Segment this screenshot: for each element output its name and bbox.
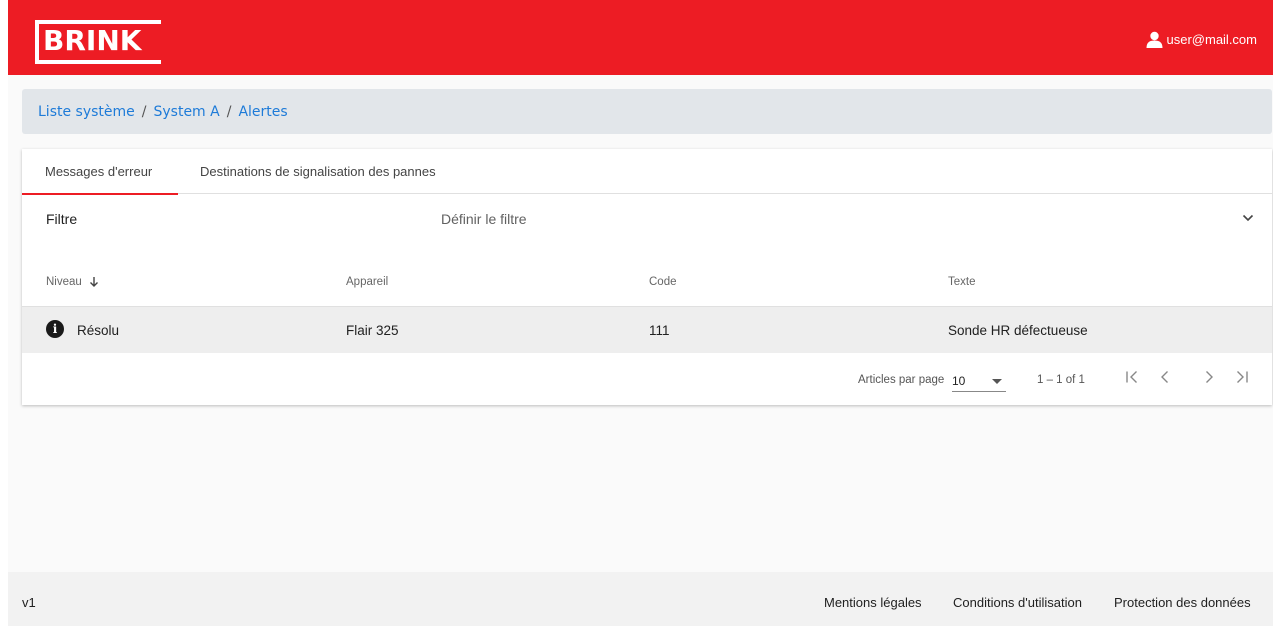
alerts-card: Messages d'erreur Destinations de signal… [22, 149, 1272, 405]
column-header-code[interactable]: Code [649, 276, 677, 288]
page-range: 1 – 1 of 1 [1037, 374, 1085, 386]
brink-logo[interactable]: BRINK [35, 20, 161, 64]
filter-value: Définir le filtre [441, 211, 527, 227]
sort-arrow-down-icon [89, 277, 98, 287]
last-page-icon[interactable] [1235, 370, 1249, 384]
info-icon: i [46, 320, 64, 338]
chevron-down-icon[interactable] [1242, 214, 1254, 222]
filter-expansion-panel[interactable]: Filtre Définir le filtre [22, 194, 1272, 243]
table-row[interactable]: i Résolu Flair 325 111 Sonde HR défectue… [22, 307, 1272, 353]
next-page-icon[interactable] [1202, 370, 1216, 384]
previous-page-icon[interactable] [1158, 370, 1172, 384]
footer-link-mentions-legales[interactable]: Mentions légales [824, 595, 922, 610]
user-menu[interactable]: user@mail.com [1146, 26, 1258, 52]
breadcrumb-system-a[interactable]: System A [153, 104, 219, 120]
user-icon [1146, 31, 1162, 48]
column-header-label: Niveau [46, 276, 82, 288]
page-size-value: 10 [952, 374, 966, 388]
column-header-niveau[interactable]: Niveau [46, 276, 99, 288]
column-header-texte[interactable]: Texte [948, 276, 976, 288]
tab-messages-erreur[interactable]: Messages d'erreur [22, 149, 178, 195]
breadcrumb-liste-systeme[interactable]: Liste système [38, 104, 135, 120]
cell-texte: Sonde HR défectueuse [948, 323, 1088, 338]
top-app-bar: BRINK user@mail.com [8, 0, 1273, 75]
cell-niveau: Résolu [77, 323, 120, 338]
footer-link-conditions-utilisation[interactable]: Conditions d'utilisation [953, 595, 1082, 610]
table-header: Niveau Appareil Code Texte [22, 259, 1272, 307]
dropdown-arrow-icon [992, 379, 1002, 384]
cell-appareil: Flair 325 [346, 323, 399, 338]
page-size-select[interactable]: 10 [952, 368, 1006, 392]
tab-bar: Messages d'erreur Destinations de signal… [22, 149, 1272, 195]
column-header-appareil[interactable]: Appareil [346, 276, 388, 288]
breadcrumb-separator: / [141, 103, 147, 120]
user-email: user@mail.com [1166, 31, 1258, 47]
tab-destinations-signalisation[interactable]: Destinations de signalisation des pannes [178, 149, 436, 194]
filter-label: Filtre [46, 211, 78, 227]
breadcrumb: Liste système / System A / Alertes [22, 89, 1272, 134]
first-page-icon[interactable] [1125, 370, 1139, 384]
footer: v1 Mentions légales Conditions d'utilisa… [8, 572, 1273, 626]
app-version: v1 [22, 595, 36, 610]
paginator: Articles par page 10 1 – 1 of 1 [22, 353, 1272, 405]
footer-link-protection-donnees[interactable]: Protection des données [1114, 595, 1251, 610]
breadcrumb-alertes[interactable]: Alertes [238, 104, 287, 120]
items-per-page-label: Articles par page [858, 374, 945, 386]
breadcrumb-separator: / [226, 103, 232, 120]
cell-code: 111 [649, 323, 670, 338]
